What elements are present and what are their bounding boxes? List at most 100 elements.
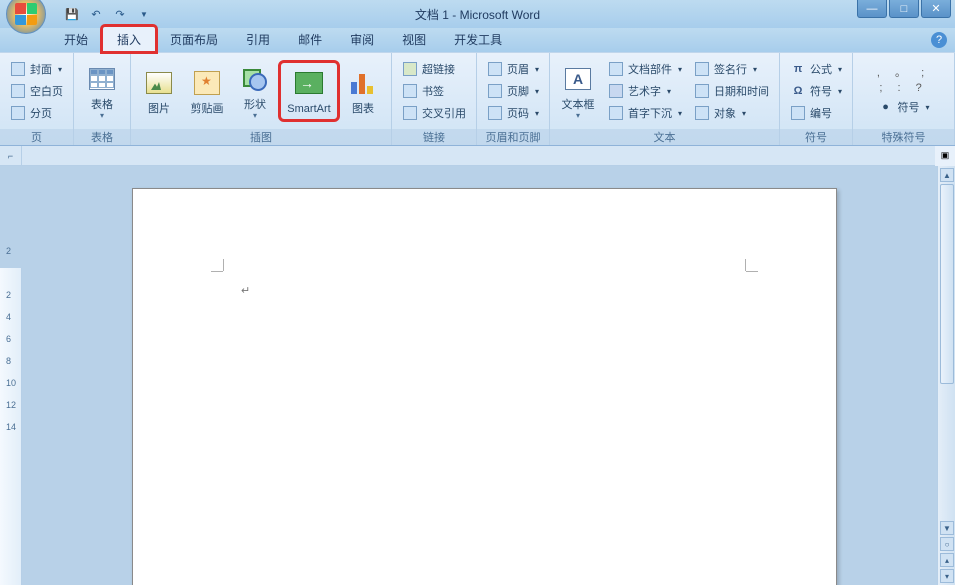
chart-button[interactable]: 图表 (341, 63, 385, 119)
quickparts-button[interactable]: 文档部件▾ (604, 58, 686, 80)
chevron-down-icon: ▾ (926, 103, 930, 112)
document-page[interactable]: ↵ (132, 188, 837, 585)
page-break-button[interactable]: 分页 (6, 102, 67, 124)
clipart-button[interactable]: 剪贴画 (185, 63, 229, 119)
number-button[interactable]: 编号 (786, 102, 846, 124)
chevron-down-icon: ▾ (535, 65, 539, 74)
datetime-button[interactable]: 日期和时间 (690, 80, 773, 102)
clipart-label: 剪贴画 (191, 103, 224, 115)
symbol-button[interactable]: Ω符号▾ (786, 80, 846, 102)
crossref-button[interactable]: 交叉引用 (398, 102, 470, 124)
save-icon[interactable]: 💾 (62, 4, 82, 24)
group-illustrations-label: 插图 (131, 129, 391, 145)
next-page-icon[interactable]: ▾ (940, 569, 954, 583)
picture-button[interactable]: 图片 (137, 63, 181, 119)
header-button[interactable]: 页眉▾ (483, 58, 543, 80)
quick-access-toolbar: 💾 ↶ ↷ ▼ (62, 4, 154, 24)
blank-page-label: 空白页 (30, 83, 63, 99)
cover-page-label: 封面 (30, 61, 52, 77)
chevron-down-icon: ▾ (838, 87, 842, 96)
wordart-icon (608, 83, 624, 99)
cover-page-button[interactable]: 封面▾ (6, 58, 67, 80)
scroll-up-icon[interactable]: ▲ (940, 168, 954, 182)
vruler-number: 2 (6, 290, 11, 300)
tab-developer[interactable]: 开发工具 (440, 27, 516, 52)
help-icon[interactable]: ? (931, 32, 947, 48)
ruler-toggle-icon[interactable]: ▣ (935, 146, 955, 166)
hyperlink-icon (402, 61, 418, 77)
pagenum-button[interactable]: 页码▾ (483, 102, 543, 124)
scroll-thumb[interactable] (940, 184, 954, 384)
tab-references[interactable]: 引用 (232, 27, 284, 52)
object-label: 对象 (714, 105, 736, 121)
smartart-icon (293, 67, 325, 99)
tab-insert[interactable]: 插入 (102, 26, 156, 52)
textbox-label: 文本框 (562, 99, 595, 111)
maximize-button[interactable]: □ (889, 0, 919, 18)
hyperlink-button[interactable]: 超链接 (398, 58, 470, 80)
tab-view[interactable]: 视图 (388, 27, 440, 52)
datetime-icon (694, 83, 710, 99)
browse-object-icon[interactable]: ○ (940, 537, 954, 551)
smartart-button[interactable]: SmartArt (281, 63, 337, 119)
special-symbol-label: 符号 (898, 99, 920, 115)
chevron-down-icon: ▾ (678, 65, 682, 74)
tab-home[interactable]: 开始 (50, 27, 102, 52)
equation-label: 公式 (810, 61, 832, 77)
pagenum-icon (487, 105, 503, 121)
wordart-button[interactable]: 艺术字▾ (604, 80, 686, 102)
dropcap-button[interactable]: 首字下沉▾ (604, 102, 686, 124)
tab-page-layout[interactable]: 页面布局 (156, 27, 232, 52)
window-controls: — □ ✕ (855, 0, 951, 18)
group-tables-label: 表格 (74, 129, 130, 145)
scroll-down-icon[interactable]: ▼ (940, 521, 954, 535)
object-button[interactable]: 对象▾ (690, 102, 773, 124)
crossref-icon (402, 105, 418, 121)
special-symbol-button[interactable]: ●符号▾ (874, 96, 934, 118)
datetime-label: 日期和时间 (714, 83, 769, 99)
shapes-icon (239, 63, 271, 95)
paragraph-mark-icon: ↵ (241, 284, 250, 297)
shapes-button[interactable]: 形状 ▾ (233, 59, 277, 124)
table-button[interactable]: 表格 ▾ (80, 59, 124, 124)
bookmark-button[interactable]: 书签 (398, 80, 470, 102)
footer-button[interactable]: 页脚▾ (483, 80, 543, 102)
group-text-label: 文本 (550, 129, 779, 145)
minimize-button[interactable]: — (857, 0, 887, 18)
redo-icon[interactable]: ↷ (110, 4, 130, 24)
close-button[interactable]: ✕ (921, 0, 951, 18)
vruler-number: 6 (6, 334, 11, 344)
group-tables: 表格 ▾ 表格 (74, 53, 131, 145)
chevron-down-icon: ▾ (535, 87, 539, 96)
chevron-down-icon: ▾ (535, 109, 539, 118)
vertical-ruler[interactable]: 22468101214 (0, 166, 22, 585)
sigline-label: 签名行 (714, 61, 747, 77)
equation-icon: π (790, 61, 806, 77)
sigline-button[interactable]: 签名行▾ (690, 58, 773, 80)
clipart-icon (191, 67, 223, 99)
margin-mark-icon (745, 259, 746, 271)
margin-mark-icon (223, 259, 224, 271)
chevron-down-icon: ▾ (838, 65, 842, 74)
chevron-down-icon: ▾ (678, 109, 682, 118)
qat-dropdown-icon[interactable]: ▼ (134, 4, 154, 24)
ribbon: 封面▾ 空白页 分页 页 表格 ▾ 表格 图片 剪贴画 (0, 52, 955, 146)
group-illustrations: 图片 剪贴画 形状 ▾ SmartArt 图表 插图 (131, 53, 392, 145)
textbox-button[interactable]: 文本框 ▾ (556, 59, 600, 124)
page-break-label: 分页 (30, 105, 52, 121)
tab-review[interactable]: 审阅 (336, 27, 388, 52)
ruler-corner: ⌐ (0, 146, 22, 166)
group-pages: 封面▾ 空白页 分页 页 (0, 53, 74, 145)
vruler-number: 2 (6, 246, 11, 256)
equation-button[interactable]: π公式 ▾ (786, 58, 846, 80)
page-viewport[interactable]: ↵ (22, 166, 937, 585)
undo-icon[interactable]: ↶ (86, 4, 106, 24)
special-marks-row2: ; : ? (879, 82, 927, 94)
tab-mailings[interactable]: 邮件 (284, 27, 336, 52)
group-links: 超链接 书签 交叉引用 链接 (392, 53, 477, 145)
vertical-scrollbar[interactable]: ▲ ▼ ○ ▴ ▾ (937, 166, 955, 585)
smartart-label: SmartArt (287, 103, 330, 115)
prev-page-icon[interactable]: ▴ (940, 553, 954, 567)
blank-page-button[interactable]: 空白页 (6, 80, 67, 102)
group-special-symbols: , 。 ; ; : ? ●符号▾ 特殊符号 (853, 53, 955, 145)
